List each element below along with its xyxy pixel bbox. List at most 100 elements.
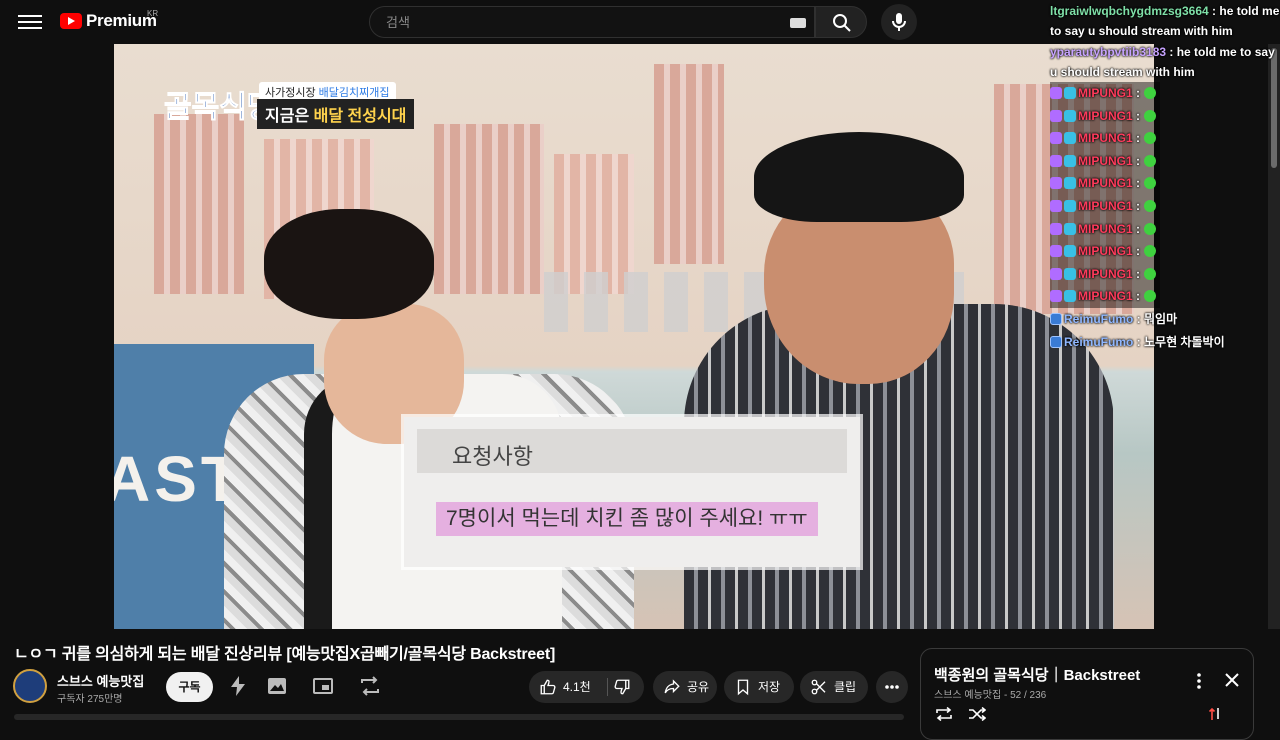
thumbs-up-icon[interactable]: [539, 678, 557, 696]
playlist-loop-icon[interactable]: [935, 707, 953, 721]
background-building: [434, 124, 544, 294]
green-emote-icon: [1144, 245, 1157, 258]
purple-badge-icon: [1050, 222, 1062, 235]
purple-badge-icon: [1050, 267, 1062, 280]
cube-badge-icon: [1064, 199, 1076, 212]
episode-tag-prefix: 사가정시장: [265, 87, 316, 99]
chat-author: MIPUNG1: [1078, 244, 1133, 259]
shuffle-icon[interactable]: [968, 707, 986, 721]
chat-message: MIPUNG1 :: [1046, 82, 1280, 105]
clip-button[interactable]: 클립: [800, 671, 868, 703]
episode-tag-highlight: 배달김치찌개집: [318, 87, 390, 99]
chat-message: MIPUNG1 :: [1046, 194, 1280, 218]
thumbs-down-icon[interactable]: [613, 678, 631, 696]
chat-separator: :: [1132, 289, 1141, 304]
bookmark-icon: [737, 679, 749, 696]
close-icon[interactable]: [1223, 671, 1241, 689]
chat-message: ReimuFumo : 노무현 차돌박이: [1046, 331, 1280, 354]
chat-message: MIPUNG1 :: [1046, 104, 1280, 128]
chat-message: MIPUNG1 :: [1046, 149, 1280, 173]
cube-badge-icon: [1064, 132, 1076, 145]
green-emote-icon: [1144, 154, 1157, 167]
chat-author: ltgraiwlwqbchygdmzsg3664: [1050, 4, 1209, 18]
playlist-meta: 스브스 예능맛집 - 52 / 236: [934, 690, 1047, 701]
image-icon[interactable]: [265, 674, 289, 698]
caption-heading-box: 요청사항: [417, 429, 847, 473]
more-actions-button[interactable]: [876, 671, 908, 703]
video-title: ㄴㅇㄱ 귀를 의심하게 되는 배달 진상리뷰 [예능맛집X곱빼기/골목식당 Ba…: [14, 646, 556, 663]
clip-label: 클립: [834, 680, 857, 694]
search-icon: [833, 14, 851, 32]
purple-badge-icon: [1050, 199, 1062, 212]
chat-separator: :: [1132, 221, 1141, 236]
cube-badge-icon: [1064, 109, 1076, 122]
video-player[interactable]: ASTI 골목식당 사가정시장 배달김치찌개집 지금은 배달 전성시대 요청사항…: [114, 44, 1154, 629]
caption-text: 7명이서 먹는데 치킨 좀 많이 주세요! ㅠㅠ: [436, 502, 818, 536]
chat-message: MIPUNG1 :: [1046, 262, 1280, 286]
channel-avatar[interactable]: [13, 669, 47, 703]
green-emote-icon: [1144, 177, 1157, 190]
subscribe-button[interactable]: 구독: [166, 672, 213, 702]
chat-separator: :: [1132, 86, 1141, 100]
more-vertical-icon[interactable]: [1191, 671, 1207, 691]
chat-author: MIPUNG1: [1078, 86, 1133, 100]
chat-separator: :: [1132, 266, 1141, 281]
search-input[interactable]: [384, 14, 768, 31]
logo-region: KR: [147, 9, 159, 18]
chat-author: MIPUNG1: [1078, 131, 1133, 146]
voice-search-button[interactable]: [881, 4, 917, 40]
playlist-channel[interactable]: 스브스 예능맛집: [934, 690, 1001, 701]
scissors-icon: [811, 679, 826, 695]
keyboard-icon[interactable]: [790, 18, 806, 28]
chat-author: MIPUNG1: [1078, 153, 1133, 168]
like-count[interactable]: 4.1천: [563, 671, 591, 703]
chat-separator: :: [1166, 45, 1177, 59]
description-box-edge[interactable]: [14, 714, 904, 720]
chat-author: MIPUNG1: [1078, 108, 1133, 123]
cube-badge-icon: [1064, 177, 1076, 190]
cube-badge-icon: [1064, 290, 1076, 303]
loop-icon[interactable]: [358, 674, 382, 698]
chat-author: yparautybpvtiib3183: [1050, 45, 1167, 59]
cube-badge-icon: [1064, 87, 1076, 99]
chat-separator: :: [1133, 334, 1145, 349]
chat-message: MIPUNG1 :: [1046, 285, 1280, 308]
chat-separator: :: [1133, 311, 1145, 326]
green-emote-icon: [1144, 290, 1157, 303]
chat-message: MIPUNG1 :: [1046, 217, 1280, 241]
chat-text: 뭐임마: [1144, 311, 1178, 326]
chat-author: MIPUNG1: [1078, 198, 1133, 213]
sort-arrow-icon[interactable]: [1209, 707, 1221, 721]
lightning-icon[interactable]: [226, 674, 250, 698]
share-button[interactable]: 공유: [653, 671, 717, 703]
channel-name[interactable]: 스브스 예능맛집: [57, 671, 144, 690]
chat-message: MIPUNG1 :: [1046, 127, 1280, 150]
youtube-premium-logo[interactable]: Premium KR: [60, 9, 159, 31]
purple-badge-icon: [1050, 290, 1062, 303]
background-building: [154, 114, 244, 294]
menu-icon[interactable]: [18, 12, 42, 32]
chat-message: yparautybpvtiib3183 : he told me to say …: [1046, 41, 1280, 82]
search-button[interactable]: [815, 6, 867, 38]
episode-headline-highlight: 배달 전성시대: [313, 108, 407, 125]
miniplayer-icon[interactable]: [311, 674, 335, 698]
like-divider: [607, 678, 608, 696]
playlist-title[interactable]: 백종원의 골목식당｜Backstreet: [934, 664, 1140, 685]
chat-separator: :: [1132, 244, 1141, 259]
purple-badge-icon: [1050, 154, 1062, 167]
save-button[interactable]: 저장: [724, 671, 794, 703]
chat-separator: :: [1208, 4, 1220, 18]
cube-badge-icon: [1064, 154, 1076, 167]
caption-heading: 요청사항: [452, 444, 533, 469]
purple-badge-icon: [1050, 87, 1062, 99]
chat-author: MIPUNG1: [1078, 266, 1133, 281]
episode-headline-prefix: 지금은: [265, 108, 310, 125]
save-label: 저장: [758, 680, 781, 694]
chat-separator: :: [1132, 131, 1141, 146]
playlist-panel: 백종원의 골목식당｜Backstreet 스브스 예능맛집 - 52 / 236: [920, 648, 1254, 740]
cube-badge-icon: [1064, 245, 1076, 258]
chat-author: MIPUNG1: [1078, 289, 1133, 304]
green-emote-icon: [1144, 132, 1157, 145]
chat-overlay: ltgraiwlwqbchygdmzsg3664 : he told me to…: [1046, 0, 1280, 352]
purple-badge-icon: [1050, 109, 1062, 122]
